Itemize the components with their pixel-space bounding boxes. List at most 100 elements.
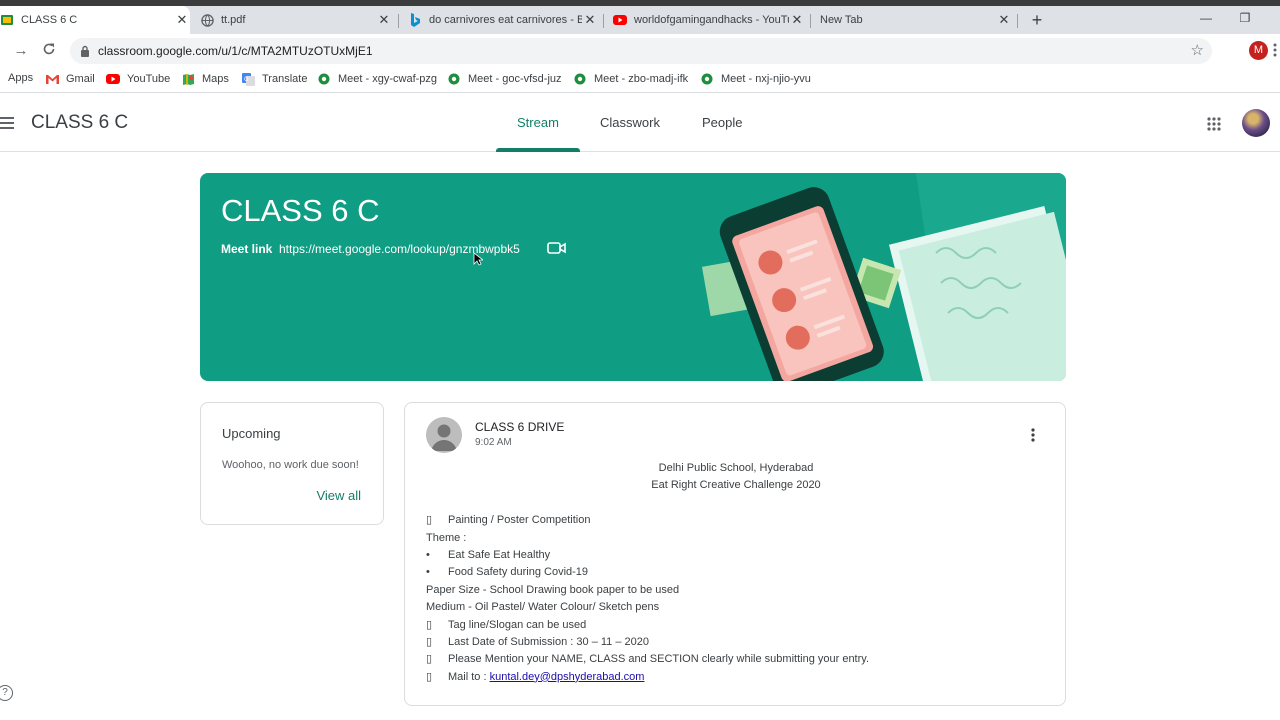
tab-divider xyxy=(1017,14,1018,28)
bookmark-gmail[interactable]: Gmail xyxy=(45,72,95,86)
lock-icon xyxy=(80,44,90,62)
google-apps-grid-icon[interactable] xyxy=(1207,117,1221,131)
bookmark-meet-2[interactable]: Meet - goc-vfsd-juz xyxy=(447,72,562,86)
more-options-icon[interactable] xyxy=(1031,428,1035,442)
banner-illustration xyxy=(701,173,1066,381)
tab-classwork[interactable]: Classwork xyxy=(600,115,660,130)
bookmark-label: YouTube xyxy=(127,73,171,85)
address-toolbar: → classroom.google.com/u/1/c/MTA2MTUzOTU… xyxy=(0,34,1280,89)
bookmark-meet-4[interactable]: Meet - nxj-njio-yvu xyxy=(700,72,811,86)
translate-icon: G xyxy=(241,72,255,86)
help-icon[interactable]: ? xyxy=(0,685,13,701)
post-spacer xyxy=(426,495,1046,512)
tab-divider xyxy=(810,14,811,28)
post-body: Delhi Public School, Hyderabad Eat Right… xyxy=(426,460,1046,686)
bookmarks-bar: Apps Gmail YouTube Maps G Translate Meet… xyxy=(0,67,1280,93)
bookmark-star-icon[interactable]: ☆ xyxy=(1191,41,1204,59)
bing-icon xyxy=(408,13,422,27)
meet-link[interactable]: https://meet.google.com/lookup/gnzmbwpbk… xyxy=(279,242,520,256)
bookmark-maps[interactable]: Maps xyxy=(181,72,229,86)
post-line-text: Eat Safe Eat Healthy xyxy=(448,548,551,561)
forward-button[interactable]: → xyxy=(12,42,30,60)
post-line: ▯ Please Mention your NAME, CLASS and SEC… xyxy=(426,651,1046,668)
mail-label: Mail to : xyxy=(448,670,490,683)
url-text: classroom.google.com/u/1/c/MTA2MTUzOTUxM… xyxy=(98,44,373,58)
bookmark-label: Meet - zbo-madj-ifk xyxy=(594,73,689,85)
tab-stream[interactable]: Stream xyxy=(517,115,559,130)
bookmark-label: Meet - xgy-cwaf-pzg xyxy=(338,73,438,85)
post-line-text: Medium - Oil Pastel/ Water Colour/ Sketc… xyxy=(426,601,660,614)
bookmark-apps[interactable]: Apps xyxy=(8,72,33,84)
post-line: ▯ Mail to : kuntal.dey@dpshyderabad.com xyxy=(426,669,1046,686)
browser-tab-newtab[interactable]: New Tab ✕ xyxy=(820,6,1012,34)
view-all-link[interactable]: View all xyxy=(316,488,361,503)
svg-text:G: G xyxy=(244,76,249,83)
meet-icon xyxy=(573,72,587,86)
bullet-dot: • xyxy=(426,548,430,561)
classroom-header: CLASS 6 C Stream Classwork People xyxy=(0,95,1280,152)
post-line: Paper Size - School Drawing book paper t… xyxy=(426,582,1046,599)
banner-title: CLASS 6 C xyxy=(221,193,380,228)
bullet-dot: • xyxy=(426,566,430,579)
upcoming-card: Upcoming Woohoo, no work due soon! View … xyxy=(200,402,384,525)
tab-title: do carnivores eat carnivores - Bin xyxy=(429,14,582,26)
chrome-menu-icon[interactable] xyxy=(1273,43,1277,57)
browser-tab-youtube[interactable]: worldofgamingandhacks - YouTu ✕ xyxy=(613,6,805,34)
reload-button[interactable] xyxy=(40,42,58,60)
post-author: CLASS 6 DRIVE xyxy=(475,420,565,434)
close-tab-icon[interactable]: ✕ xyxy=(582,12,598,28)
author-avatar xyxy=(426,417,462,453)
meet-icon xyxy=(317,72,331,86)
bullet-box-icon: ▯ xyxy=(426,618,433,631)
post-line-text: Theme : xyxy=(426,531,467,544)
post-line-text: Tag line/Slogan can be used xyxy=(448,618,587,631)
mail-link[interactable]: kuntal.dey@dpshyderabad.com xyxy=(490,671,645,683)
bookmark-meet-1[interactable]: Meet - xgy-cwaf-pzg xyxy=(317,72,437,86)
bookmark-youtube[interactable]: YouTube xyxy=(106,72,170,86)
reload-icon xyxy=(43,43,55,55)
meet-link-label: Meet link xyxy=(221,242,273,256)
meet-icon xyxy=(447,72,461,86)
upcoming-title: Upcoming xyxy=(222,426,281,441)
globe-icon xyxy=(200,13,214,27)
active-tab-indicator xyxy=(496,148,580,152)
address-bar[interactable]: classroom.google.com/u/1/c/MTA2MTUzOTUxM… xyxy=(70,38,1212,64)
class-banner: CLASS 6 C Meet link https://meet.google.… xyxy=(200,173,1066,381)
bullet-box-icon: ▯ xyxy=(426,514,433,527)
browser-tab-pdf[interactable]: tt.pdf ✕ xyxy=(200,6,392,34)
close-tab-icon[interactable]: ✕ xyxy=(789,12,805,28)
browser-tab-bing[interactable]: do carnivores eat carnivores - Bin ✕ xyxy=(408,6,598,34)
close-tab-icon[interactable]: ✕ xyxy=(376,12,392,28)
post-line-text: Food Safety during Covid-19 xyxy=(448,566,589,579)
tab-title: tt.pdf xyxy=(221,14,246,26)
close-tab-icon[interactable]: ✕ xyxy=(174,12,190,28)
video-camera-icon[interactable] xyxy=(547,241,567,260)
gmail-icon xyxy=(45,72,59,86)
youtube-icon xyxy=(106,72,120,86)
browser-tab-classroom[interactable]: CLASS 6 C ✕ xyxy=(0,6,190,34)
browser-tab-strip: CLASS 6 C ✕ tt.pdf ✕ do carnivores eat c… xyxy=(0,6,1280,34)
minimize-button[interactable]: — xyxy=(1198,10,1214,26)
tab-title: CLASS 6 C xyxy=(21,14,78,26)
bookmark-meet-3[interactable]: Meet - zbo-madj-ifk xyxy=(573,72,688,86)
bookmark-label: Maps xyxy=(202,73,229,85)
meet-icon xyxy=(700,72,714,86)
profile-avatar-button[interactable]: M xyxy=(1249,41,1268,60)
post-line: ▯ Last Date of Submission : 30 – 11 – 202… xyxy=(426,634,1046,651)
maps-icon xyxy=(181,72,195,86)
post-line-text: Last Date of Submission : 30 – 11 – 2020 xyxy=(448,635,649,648)
bookmark-label: Meet - goc-vfsd-juz xyxy=(468,73,562,85)
post-line: Theme : xyxy=(426,530,1046,547)
close-tab-icon[interactable]: ✕ xyxy=(996,12,1012,28)
restore-button[interactable]: ❐ xyxy=(1237,10,1253,26)
upcoming-empty-text: Woohoo, no work due soon! xyxy=(222,459,359,471)
new-tab-button[interactable]: + xyxy=(1028,10,1046,30)
post-line-text: Please Mention your NAME, CLASS and SECT… xyxy=(448,653,870,666)
tab-divider xyxy=(603,14,604,28)
tab-people[interactable]: People xyxy=(702,115,742,130)
main-menu-icon[interactable] xyxy=(0,117,14,129)
tab-title: worldofgamingandhacks - YouTu xyxy=(634,14,789,26)
bookmark-translate[interactable]: G Translate xyxy=(241,72,307,86)
class-title[interactable]: CLASS 6 C xyxy=(31,112,128,134)
account-avatar[interactable] xyxy=(1242,109,1270,137)
